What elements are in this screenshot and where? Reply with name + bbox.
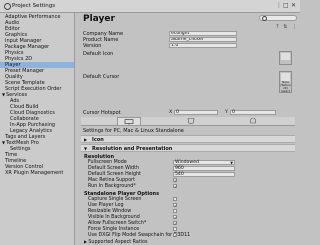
help-icon[interactable]: ? bbox=[276, 24, 279, 30]
monitor-icon bbox=[124, 119, 134, 125]
hotspot-y-input[interactable]: 0 bbox=[230, 110, 276, 115]
force-single-instance-checkbox[interactable] bbox=[173, 227, 177, 231]
tab-webgl[interactable] bbox=[179, 117, 203, 125]
hotspot-y: Y 0 bbox=[225, 110, 276, 115]
allow-fullscreen-switch-checkbox[interactable]: ✓ bbox=[173, 221, 177, 226]
default-icon-label: Default Icon bbox=[83, 51, 114, 57]
default-cursor-label: Default Cursor bbox=[83, 74, 120, 80]
mac-retina-label: Mac Retina Support bbox=[88, 178, 135, 183]
supported-aspect-ratios-foldout[interactable]: ▶ Supported Aspect Ratios bbox=[84, 239, 147, 245]
android-icon bbox=[250, 117, 256, 124]
resizable-window-checkbox[interactable] bbox=[173, 209, 177, 213]
product-name-input[interactable]: akame_clicker bbox=[169, 37, 237, 42]
default-width-input[interactable]: 960 bbox=[173, 166, 235, 171]
capture-single-screen-label: Capture Single Screen bbox=[88, 197, 142, 202]
settings-for-label: Settings for PC, Mac & Linux Standalone bbox=[83, 128, 184, 134]
hotspot-x-input[interactable]: 0 bbox=[174, 110, 218, 115]
force-single-instance-label: Force Single Instance bbox=[88, 227, 140, 232]
dxgi-flip-model-checkbox[interactable]: ✓ bbox=[173, 233, 177, 238]
maximize-icon[interactable]: □ bbox=[283, 2, 289, 9]
fullscreen-mode-dropdown[interactable]: Windowed ▼ bbox=[173, 160, 235, 165]
collapsed-arrow-icon: ▶ bbox=[84, 137, 88, 142]
icon-section-header[interactable]: ▶ Icon bbox=[81, 135, 295, 143]
page-title: Player bbox=[83, 14, 115, 24]
default-cursor-field[interactable]: None (Texture 2D) Select bbox=[279, 71, 292, 93]
dropdown-arrow-icon: ▼ bbox=[230, 161, 233, 165]
expanded-arrow-icon: ▼ bbox=[84, 146, 88, 151]
preset-icon[interactable]: ⇅ bbox=[283, 24, 287, 30]
platform-tabs bbox=[81, 117, 295, 126]
sidebar-item-xr-plugin-management[interactable]: XR Plugin Management bbox=[0, 170, 74, 176]
cursor-hotspot-label: Cursor Hotspot bbox=[83, 110, 121, 116]
company-name-input[interactable]: ecolight bbox=[169, 31, 237, 36]
hotspot-x-label: X bbox=[169, 110, 173, 115]
allow-fullscreen-switch-label: Allow Fullscreen Switch* bbox=[88, 221, 147, 226]
header-icons: ? ⇅ ⋮ bbox=[273, 24, 297, 30]
default-icon-field[interactable] bbox=[279, 51, 292, 65]
html5-icon bbox=[187, 118, 195, 125]
use-player-log-checkbox[interactable]: ✓ bbox=[173, 203, 177, 208]
version-input[interactable]: 1.0 bbox=[169, 43, 237, 48]
settings-gear-icon bbox=[4, 3, 11, 10]
window-menu-icon[interactable]: ⋮ bbox=[276, 2, 282, 9]
default-height-label: Default Screen Height bbox=[88, 172, 141, 177]
search-icon bbox=[262, 16, 267, 21]
hotspot-y-label: Y bbox=[225, 110, 228, 115]
resolution-presentation-header[interactable]: ▼ Resolution and Presentation bbox=[81, 144, 295, 152]
more-options-icon[interactable]: ⋮ bbox=[292, 24, 297, 30]
tab-android[interactable] bbox=[241, 117, 265, 125]
visible-in-background-checkbox[interactable]: ✓ bbox=[173, 215, 177, 220]
search-field[interactable] bbox=[259, 15, 297, 21]
settings-sidebar: Adaptive Performance Audio Editor Graphi… bbox=[0, 13, 75, 245]
tab-standalone[interactable] bbox=[117, 117, 141, 125]
mac-retina-checkbox[interactable]: ✓ bbox=[173, 178, 177, 183]
select-button[interactable]: Select bbox=[280, 90, 291, 93]
player-settings-panel: Player ? ⇅ ⋮ Company Name ecolight Produ… bbox=[75, 13, 300, 245]
use-player-log-label: Use Player Log bbox=[88, 203, 124, 208]
run-in-background-label: Run In Background* bbox=[88, 184, 136, 189]
visible-in-background-label: Visible In Background bbox=[88, 215, 140, 220]
run-in-background-checkbox[interactable]: ✓ bbox=[173, 184, 177, 189]
default-height-input[interactable]: 540 bbox=[173, 172, 235, 177]
capture-single-screen-checkbox[interactable] bbox=[173, 197, 177, 201]
resizable-window-label: Resizable Window bbox=[88, 209, 132, 214]
default-width-label: Default Screen Width bbox=[88, 166, 140, 171]
hotspot-x: X 0 bbox=[169, 110, 218, 115]
close-icon[interactable]: ✕ bbox=[291, 2, 296, 9]
fullscreen-mode-label: Fullscreen Mode bbox=[88, 160, 127, 165]
title-bar: Project Settings ⋮ □ ✕ bbox=[0, 0, 300, 13]
version-label: Version bbox=[83, 43, 102, 49]
window-title: Project Settings bbox=[12, 3, 56, 9]
